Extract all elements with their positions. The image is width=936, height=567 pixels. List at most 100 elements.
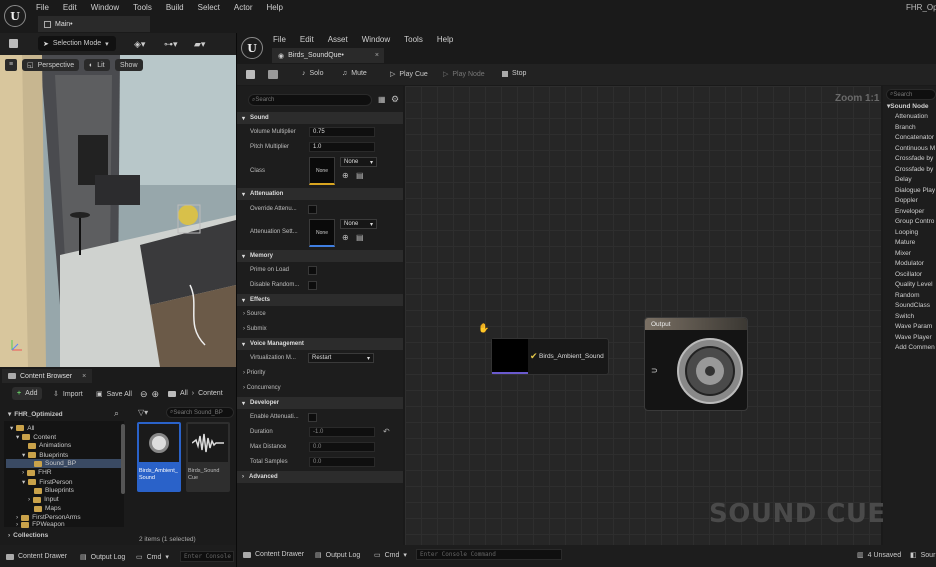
details-search-input[interactable]: ⌕ Search [248, 94, 372, 106]
use-selected-icon[interactable]: ⊕ [342, 233, 349, 242]
back-icon[interactable]: ⊖ [140, 389, 148, 400]
cmd-dropdown[interactable]: ▭ Cmd ▾ [374, 551, 407, 560]
menu-edit[interactable]: Edit [300, 35, 314, 44]
palette-search-input[interactable]: ⌕ Search [886, 89, 936, 100]
disable-random-checkbox[interactable] [308, 281, 317, 290]
enable-attenuation-checkbox[interactable] [308, 413, 317, 422]
palette-item[interactable]: SoundClass [895, 302, 930, 309]
menu-tools[interactable]: Tools [404, 35, 423, 44]
menu-actor[interactable]: Actor [234, 3, 253, 12]
palette-item[interactable]: Group Contro [895, 218, 934, 225]
use-selected-icon[interactable]: ⊕ [342, 171, 349, 180]
wave-player-node[interactable]: ✔ Birds_Ambient_Sound [491, 338, 609, 375]
palette-item[interactable]: Branch [895, 124, 916, 131]
section-memory[interactable]: ▾ Memory [237, 250, 403, 262]
palette-item[interactable]: Quality Level [895, 281, 933, 288]
palette-item[interactable]: Modulator [895, 260, 924, 267]
palette-item[interactable]: Wave Param [895, 323, 932, 330]
menu-file[interactable]: File [36, 3, 49, 12]
collections-header[interactable]: › Collections [8, 532, 48, 539]
palette-item[interactable]: Crossfade by [895, 155, 933, 162]
console-input-left[interactable]: Enter Console [180, 551, 234, 562]
section-developer[interactable]: ▾ Developer [237, 397, 403, 409]
close-icon[interactable]: × [82, 373, 86, 380]
close-icon[interactable]: × [375, 52, 379, 59]
browse-icon[interactable] [268, 70, 278, 79]
tree-item-maps[interactable]: Maps [34, 505, 61, 512]
tree-item-firstperson[interactable]: ▾ FirstPerson [22, 478, 73, 487]
perspective-button[interactable]: ◱ Perspective [22, 59, 80, 71]
palette-item[interactable]: Concatenator [895, 134, 934, 141]
reset-icon[interactable]: ↶ [383, 427, 390, 436]
tab-main[interactable]: Main• [38, 16, 150, 32]
section-sound[interactable]: ▾ Sound [237, 112, 403, 124]
section-attenuation[interactable]: ▾ Attenuation [237, 188, 403, 200]
selection-mode-dropdown[interactable]: ➤ Selection Mode ▾ [38, 36, 116, 51]
max-distance-input[interactable]: 0.0 [309, 442, 375, 452]
tree-item-fhr[interactable]: › FHR [22, 469, 52, 476]
menu-window[interactable]: Window [362, 35, 390, 44]
tree-item-sound-bp[interactable]: Sound_BP [34, 460, 76, 467]
asset-search-input[interactable]: ⌕ Search Sound_BP [166, 407, 234, 418]
tree-item-all[interactable]: ▾ All [10, 424, 35, 433]
solo-button[interactable]: ♪ Solo [302, 70, 324, 77]
palette-item[interactable]: Wave Player [895, 334, 932, 341]
palette-item[interactable]: Continuous M [895, 145, 935, 152]
viewport-menu-icon[interactable]: ≡ [5, 59, 17, 71]
unreal-logo-icon[interactable]: U [4, 5, 26, 27]
menu-edit[interactable]: Edit [63, 3, 77, 12]
mute-button[interactable]: ♫ Mute [342, 70, 367, 77]
palette-header[interactable]: ▾Sound Node [887, 102, 929, 110]
class-thumbnail[interactable]: None [309, 157, 335, 185]
import-button[interactable]: ⇩ Import [53, 390, 83, 399]
menu-asset[interactable]: Asset [328, 35, 348, 44]
menu-file[interactable]: File [273, 35, 286, 44]
history-nav[interactable]: ⊖ ⊕ [140, 389, 159, 400]
tree-item-blueprints[interactable]: ▾ Blueprints [22, 451, 68, 460]
palette-item[interactable]: Random [895, 292, 920, 299]
output-node[interactable]: Output ⊃ [644, 317, 748, 411]
tab-soundcue[interactable]: ◉ Birds_SoundQue• × [272, 48, 384, 63]
menu-help[interactable]: Help [267, 3, 283, 12]
add-actor-icon[interactable]: ◈▾ [134, 39, 145, 50]
override-attenuation-checkbox[interactable] [308, 205, 317, 214]
menu-tools[interactable]: Tools [133, 3, 152, 12]
virtualization-dropdown[interactable]: Restart ▾ [308, 353, 374, 363]
attenuation-thumbnail[interactable]: None [309, 219, 335, 247]
pitch-multiplier-input[interactable]: 1.0 [309, 142, 375, 152]
attenuation-dropdown[interactable]: None ▾ [340, 219, 377, 229]
cinematics-icon[interactable]: ▰▾ [194, 39, 205, 50]
browse-asset-icon[interactable]: ▤ [356, 171, 364, 180]
level-viewport[interactable] [0, 55, 236, 367]
show-button[interactable]: Show [115, 59, 143, 71]
tab-content-browser[interactable]: Content Browser × [2, 369, 92, 383]
concurrency-row[interactable]: › Concurrency [243, 385, 281, 391]
breadcrumb-content[interactable]: Content [198, 390, 223, 397]
tree-item-input[interactable]: › Input [28, 496, 59, 503]
content-drawer-button[interactable]: Content Drawer [243, 551, 304, 558]
cmd-dropdown[interactable]: ▭ Cmd ▾ [136, 553, 169, 562]
filter-icon[interactable]: ▽▾ [138, 408, 148, 417]
palette-item[interactable]: Dialogue Play [895, 187, 935, 194]
tree-item-fpweapon[interactable]: › FPWeapon [16, 521, 65, 528]
browse-asset-icon[interactable]: ▤ [356, 233, 364, 242]
volume-multiplier-input[interactable]: 0.75 [309, 127, 375, 137]
asset-tile-sound[interactable]: Birds_Ambient_Sound [137, 422, 181, 492]
output-log-button[interactable]: ▤ Output Log [80, 553, 125, 562]
save-icon[interactable] [246, 70, 255, 79]
blueprint-icon[interactable]: ⊶▾ [164, 39, 178, 50]
menu-window[interactable]: Window [91, 3, 119, 12]
graph-canvas[interactable] [405, 86, 881, 545]
prime-on-load-checkbox[interactable] [308, 266, 317, 275]
console-input-right[interactable]: Enter Console Command [416, 549, 562, 560]
table-view-icon[interactable]: ▦ [378, 95, 386, 104]
palette-item[interactable]: Add Commen [895, 344, 935, 351]
play-node-button[interactable]: ▷ Play Node [443, 70, 485, 79]
palette-item[interactable]: Attenuation [895, 113, 928, 120]
menu-build[interactable]: Build [166, 3, 184, 12]
class-dropdown[interactable]: None ▾ [340, 157, 377, 167]
asset-tile-soundcue[interactable]: Birds_Sound Cue [186, 422, 230, 492]
tree-item-fp-blueprints[interactable]: Blueprints [34, 487, 74, 494]
content-drawer-button[interactable]: Content Drawer [6, 553, 67, 560]
tree-search-icon[interactable]: ⌕ [114, 408, 119, 419]
